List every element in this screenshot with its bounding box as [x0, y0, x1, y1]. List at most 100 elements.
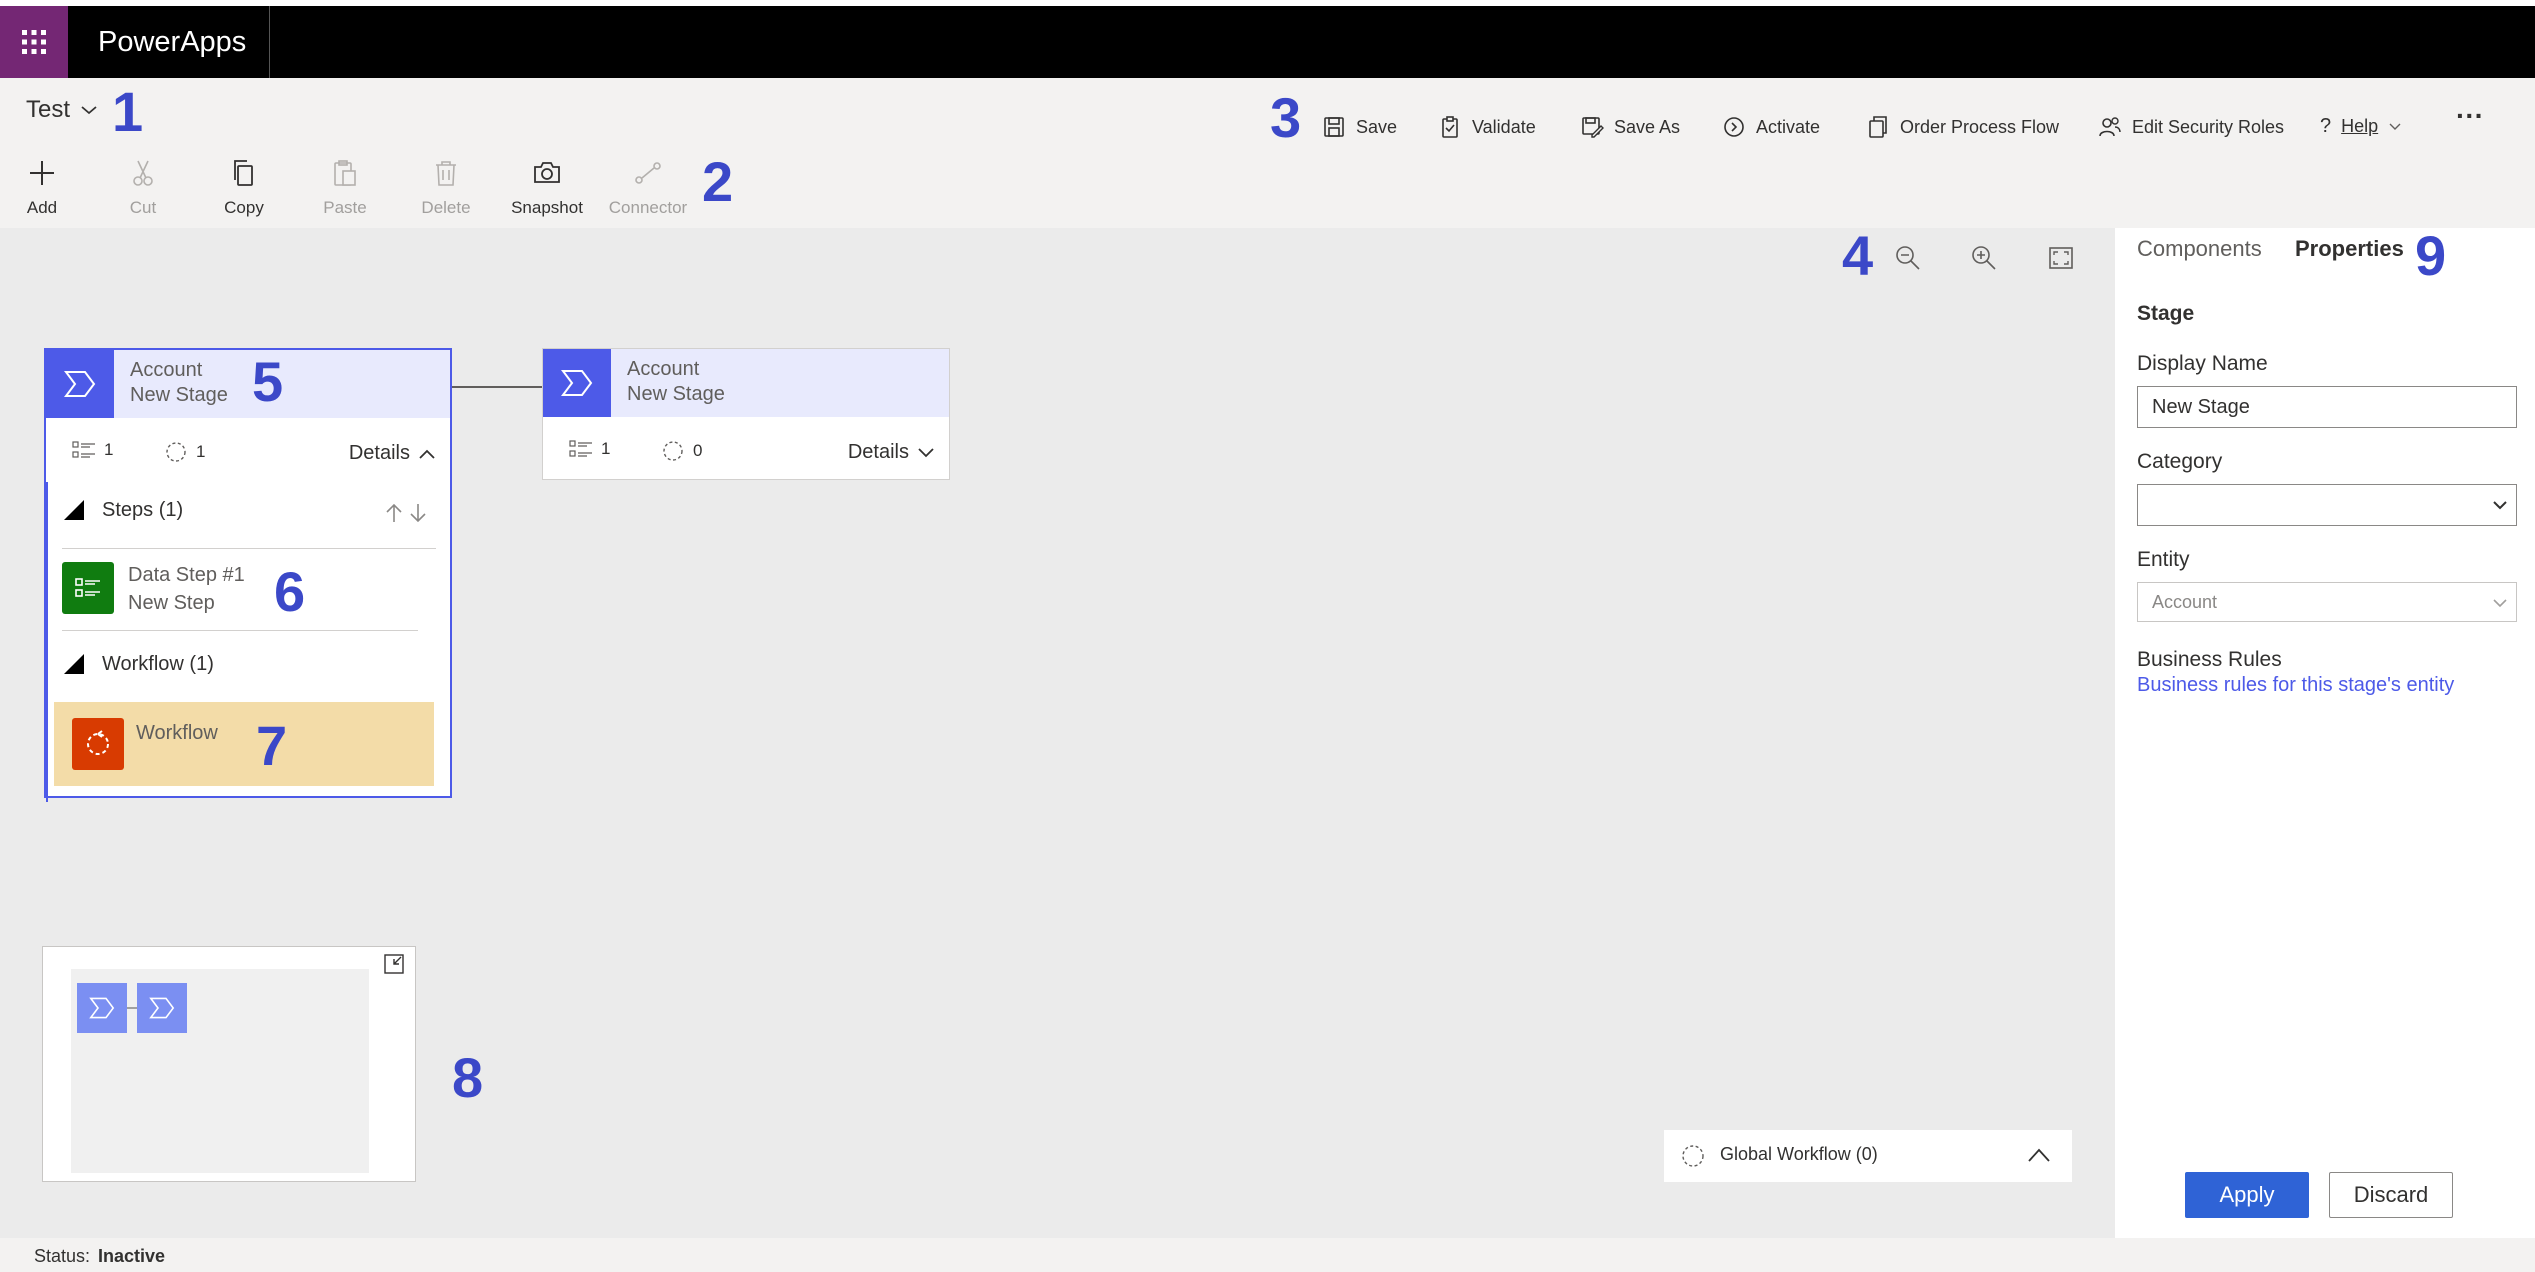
workflow-count: 0	[693, 441, 703, 460]
entity-label: Entity	[2137, 548, 2190, 571]
details-label: Details	[348, 442, 410, 464]
chevron-down-icon	[81, 106, 97, 115]
chevron-down-icon	[2389, 123, 2401, 130]
steps-header-label: Steps (1)	[102, 498, 184, 521]
stage-card-2[interactable]: Account New Stage 1 0 Details	[542, 348, 950, 480]
save-as-button[interactable]: Save As	[1580, 115, 1680, 139]
apply-button[interactable]: Apply	[2185, 1172, 2309, 1218]
edit-security-roles-button[interactable]: Edit Security Roles	[2098, 115, 2284, 139]
minimap-collapse-icon[interactable]	[383, 953, 405, 975]
stage-left-accent	[46, 482, 48, 802]
chevron-up-icon[interactable]	[2026, 1146, 2052, 1164]
help-button[interactable]: ? Help	[2320, 115, 2402, 138]
question-icon: ?	[2320, 115, 2332, 137]
category-select[interactable]	[2137, 484, 2517, 526]
stage-header[interactable]: Account New Stage	[46, 350, 450, 418]
chevron-up-icon	[419, 449, 435, 459]
add-button[interactable]: Add	[0, 158, 92, 218]
steps-list-icon	[72, 441, 95, 458]
scissors-icon	[133, 160, 153, 186]
save-icon	[1324, 117, 1344, 137]
stage-name: New Stage	[627, 383, 725, 405]
workflow-count: 1	[196, 442, 206, 461]
stage-connector-line	[452, 386, 542, 388]
category-label: Category	[2137, 450, 2223, 473]
workflow-header-label: Workflow (1)	[102, 652, 214, 675]
chevron-down-icon	[2493, 599, 2507, 608]
stage-steps-count: 1	[72, 440, 113, 460]
top-bar: PowerApps	[0, 6, 2535, 78]
reorder-arrows[interactable]	[384, 502, 428, 524]
display-name-label: Display Name	[2137, 352, 2268, 375]
copy-button[interactable]: Copy	[194, 158, 294, 218]
data-step-item[interactable]: Data Step #1 New Step	[62, 562, 422, 620]
workflow-circle-icon	[166, 442, 186, 462]
details-toggle[interactable]: Details	[848, 441, 935, 464]
divider	[62, 630, 418, 631]
process-canvas[interactable]: 4 Account New Stage 5 1 1 Details Steps …	[0, 228, 2115, 1238]
status-value: Inactive	[98, 1246, 166, 1266]
stage-card-1[interactable]: Account New Stage 5 1 1 Details Steps (1…	[44, 348, 452, 802]
delete-button[interactable]: Delete	[396, 158, 496, 218]
annotation-5: 5	[252, 350, 284, 413]
top-divider	[269, 6, 270, 78]
business-rules-label: Business Rules	[2137, 648, 2282, 671]
minimap-connector	[127, 1007, 137, 1009]
tab-components[interactable]: Components	[2137, 236, 2262, 262]
chevron-down-icon	[918, 447, 934, 457]
order-process-flow-label: Order Process Flow	[1900, 116, 2060, 137]
activate-button[interactable]: Activate	[1722, 115, 1820, 139]
stage-steps-count: 1	[569, 439, 610, 459]
save-button[interactable]: Save	[1322, 115, 1397, 139]
snapshot-button[interactable]: Snapshot	[497, 158, 597, 218]
snapshot-label: Snapshot	[511, 198, 583, 217]
minimap[interactable]	[42, 946, 416, 1182]
clipboard-check-icon	[1442, 116, 1458, 138]
save-label: Save	[1356, 116, 1398, 137]
waffle-icon[interactable]	[0, 6, 68, 78]
stage-entity: Account	[627, 358, 700, 380]
stage-workflow-count: 1	[164, 440, 205, 464]
workflow-section-header[interactable]: Workflow (1)	[62, 652, 214, 676]
order-process-flow-button[interactable]: Order Process Flow	[1866, 115, 2059, 139]
fit-to-screen-button[interactable]	[2048, 246, 2074, 270]
global-workflow-label: Global Workflow (0)	[1720, 1144, 1878, 1164]
data-step-subtitle: New Step	[128, 592, 215, 614]
annotation-6: 6	[274, 560, 306, 623]
annotation-2: 2	[702, 150, 734, 213]
status-bar: Status: Inactive	[0, 1238, 2535, 1272]
paste-button[interactable]: Paste	[295, 158, 395, 218]
zoom-out-button[interactable]	[1894, 244, 1922, 272]
business-rules-link[interactable]: Business rules for this stage's entity	[2137, 674, 2454, 697]
discard-button[interactable]: Discard	[2329, 1172, 2453, 1218]
edit-security-roles-label: Edit Security Roles	[2132, 116, 2285, 137]
arrow-up-icon[interactable]	[384, 502, 404, 524]
connector-icon	[635, 162, 661, 184]
cut-button[interactable]: Cut	[93, 158, 193, 218]
stage-workflow-count: 0	[661, 439, 702, 463]
process-name-dropdown[interactable]: Test	[26, 96, 98, 124]
collapse-triangle-icon	[64, 500, 84, 520]
more-options-button[interactable]: ···	[2456, 100, 2484, 132]
data-step-icon	[62, 562, 114, 614]
trash-icon	[436, 161, 456, 186]
app-name[interactable]: PowerApps	[98, 6, 246, 78]
arrow-down-icon[interactable]	[408, 502, 428, 524]
global-workflow-bar[interactable]: Global Workflow (0)	[1664, 1130, 2072, 1182]
connector-button[interactable]: Connector	[598, 158, 698, 218]
paste-label: Paste	[323, 198, 367, 217]
stage-header[interactable]: Account New Stage	[543, 349, 949, 417]
display-name-input[interactable]: New Stage	[2137, 386, 2517, 428]
steps-count: 1	[104, 440, 114, 459]
validate-button[interactable]: Validate	[1438, 115, 1536, 139]
details-toggle[interactable]: Details	[349, 442, 436, 465]
workflow-item[interactable]: Workflow	[54, 702, 434, 786]
steps-section-header[interactable]: Steps (1)	[62, 498, 183, 522]
section-title: Stage	[2137, 302, 2195, 325]
chevron-stage-icon	[543, 349, 611, 417]
annotation-4: 4	[1842, 224, 1874, 287]
steps-count: 1	[601, 439, 611, 458]
workflow-circle-icon	[663, 441, 683, 461]
tab-properties[interactable]: Properties	[2295, 236, 2404, 262]
zoom-in-button[interactable]	[1970, 244, 1998, 272]
